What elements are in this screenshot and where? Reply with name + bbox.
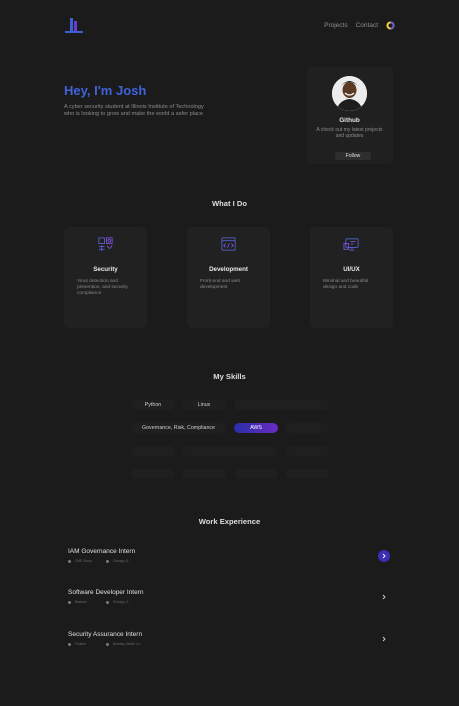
job-title: Software Developer Intern bbox=[68, 589, 144, 596]
skill-pill-python[interactable]: Python bbox=[131, 400, 175, 410]
service-title: Development bbox=[209, 266, 248, 273]
building-icon bbox=[68, 600, 71, 604]
job-item[interactable]: IAM Governance Intern CME Group Chicago,… bbox=[64, 548, 394, 570]
follow-button[interactable]: Follow bbox=[335, 152, 371, 160]
skill-pill-placeholder bbox=[285, 423, 329, 433]
skill-pill-placeholder bbox=[234, 400, 329, 410]
skill-pill-placeholder bbox=[234, 469, 278, 479]
skill-pill-placeholder bbox=[285, 446, 329, 456]
location-icon bbox=[106, 642, 109, 646]
job-item[interactable]: Security Assurance Intern Fortinet Burna… bbox=[64, 631, 394, 653]
hero-description: A cyber security student at Illinois Ins… bbox=[64, 104, 204, 118]
theme-toggle-icon[interactable] bbox=[386, 21, 395, 30]
skill-pill-aws[interactable]: AWS bbox=[234, 423, 278, 433]
job-location: Chicago, IL bbox=[106, 559, 129, 563]
github-card: Github A check out my latest projects an… bbox=[306, 66, 393, 164]
job-company: Fortinet bbox=[68, 642, 86, 646]
job-title: Security Assurance Intern bbox=[68, 631, 143, 638]
building-icon bbox=[68, 559, 71, 563]
skill-pill-placeholder bbox=[131, 446, 175, 456]
work-heading: Work Experience bbox=[198, 517, 261, 526]
services-heading: What I Do bbox=[211, 199, 247, 208]
hero-title: Hey, I'm Josh bbox=[64, 83, 147, 98]
service-title: Security bbox=[93, 266, 118, 273]
service-card-security[interactable]: Security Virus detection and prevention,… bbox=[64, 227, 147, 328]
job-item[interactable]: Software Developer Intern Braviant Chica… bbox=[64, 589, 394, 611]
service-description: Virus detection and prevention, and secu… bbox=[77, 279, 128, 296]
service-card-development[interactable]: Development Front end and web developmen… bbox=[187, 227, 270, 328]
security-icon bbox=[98, 237, 113, 252]
portfolio-page: Projects Contact Hey, I'm Josh A cyber s… bbox=[0, 0, 459, 706]
logo-icon[interactable] bbox=[64, 18, 84, 34]
github-card-title: Github bbox=[339, 117, 360, 124]
skills-heading: My Skills bbox=[213, 372, 246, 381]
top-nav: Projects Contact bbox=[324, 21, 395, 30]
service-description: Front end and web development bbox=[200, 279, 241, 290]
service-card-uiux[interactable]: UI/UX Minimal and beautiful design and c… bbox=[310, 227, 393, 328]
skill-pill-grc[interactable]: Governance, Risk, Compliance bbox=[131, 423, 226, 433]
job-title: IAM Governance Intern bbox=[68, 548, 136, 555]
skill-pill-placeholder bbox=[182, 469, 226, 479]
skill-pill-placeholder bbox=[131, 469, 175, 479]
chevron-right-icon[interactable] bbox=[378, 591, 390, 603]
avatar bbox=[332, 76, 367, 111]
design-monitor-icon bbox=[343, 238, 359, 251]
github-card-description: A check out my latest projects and updat… bbox=[316, 127, 383, 140]
nav-projects-link[interactable]: Projects bbox=[324, 22, 347, 29]
job-location: Burnaby, British Co. bbox=[106, 642, 141, 646]
skill-pill-placeholder bbox=[285, 469, 329, 479]
chevron-right-icon[interactable] bbox=[378, 550, 390, 562]
service-title: UI/UX bbox=[343, 266, 360, 273]
location-icon bbox=[106, 559, 109, 563]
skill-pill-placeholder bbox=[182, 446, 277, 456]
nav-contact-link[interactable]: Contact bbox=[356, 22, 378, 29]
skill-pill-linux[interactable]: Linux bbox=[182, 400, 226, 410]
code-window-icon bbox=[221, 237, 236, 251]
job-company: CME Group bbox=[68, 559, 92, 563]
service-description: Minimal and beautiful design and code bbox=[323, 279, 369, 290]
chevron-right-icon[interactable] bbox=[378, 633, 390, 645]
job-company: Braviant bbox=[68, 600, 87, 604]
job-location: Chicago, IL bbox=[106, 600, 129, 604]
location-icon bbox=[106, 600, 109, 604]
building-icon bbox=[68, 642, 71, 646]
